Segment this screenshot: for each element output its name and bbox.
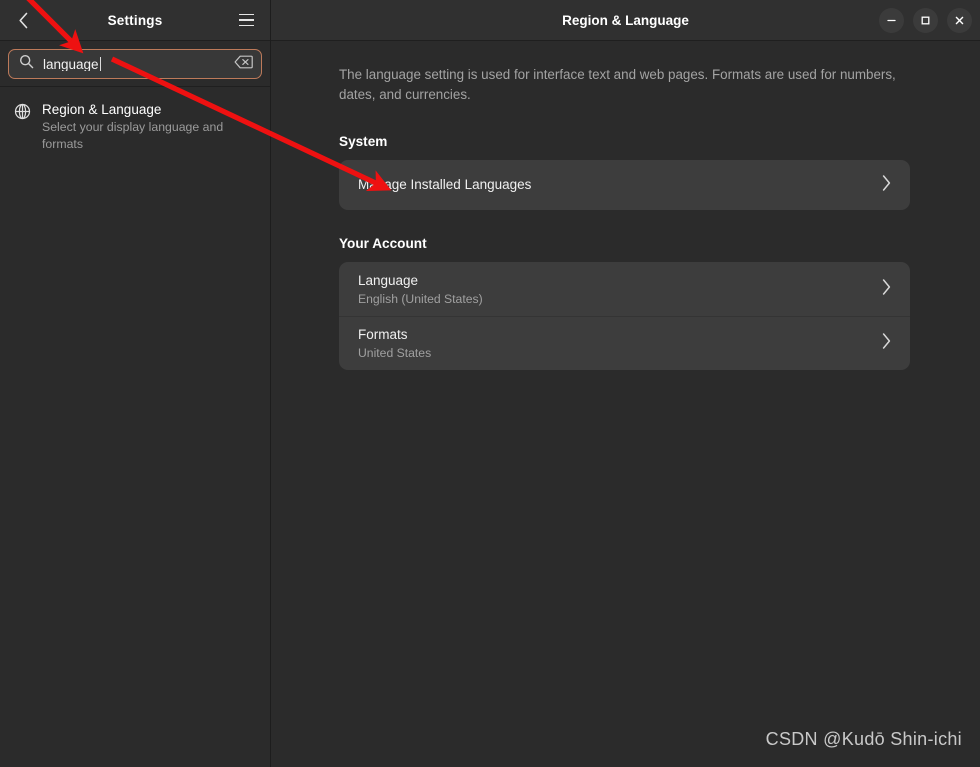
- watermark: CSDN @Kudō Shin-ichi: [765, 729, 962, 749]
- hamburger-line: [238, 19, 254, 21]
- hamburger-icon[interactable]: [232, 7, 260, 33]
- settings-window: Settings language Region & Language Sele…: [0, 0, 980, 767]
- sidebar: Settings language Region & Language Sele…: [0, 0, 271, 767]
- sidebar-item-region-and-language[interactable]: Region & Language Select your display la…: [0, 95, 270, 160]
- page-title: Region & Language: [562, 12, 689, 28]
- search-icon: [19, 54, 34, 74]
- main-panel: Region & Language The language setting i…: [271, 0, 980, 767]
- minimize-button[interactable]: [879, 7, 904, 33]
- row-text: Formats United States: [358, 326, 431, 361]
- backspace-clear-icon[interactable]: [234, 55, 253, 74]
- row-text: Manage Installed Languages: [358, 176, 531, 194]
- row-language[interactable]: Language English (United States): [339, 262, 910, 316]
- hamburger-line: [238, 13, 254, 16]
- back-button[interactable]: [10, 7, 36, 33]
- main-content: The language setting is used for interfa…: [271, 41, 980, 767]
- chevron-right-icon: [881, 278, 892, 301]
- search-input-value[interactable]: language: [43, 56, 225, 72]
- maximize-button[interactable]: [913, 7, 938, 33]
- intro-description: The language setting is used for interfa…: [339, 67, 896, 102]
- close-icon: [955, 16, 964, 24]
- sidebar-item-label: Region & Language: [42, 102, 162, 117]
- row-manage-installed-languages[interactable]: Manage Installed Languages: [339, 160, 910, 210]
- text-caret: [99, 56, 101, 71]
- row-text: Language English (United States): [358, 272, 483, 307]
- minimize-icon: [887, 19, 896, 21]
- close-button[interactable]: [947, 7, 972, 33]
- sidebar-item-description: Select your display language and formats: [42, 120, 224, 151]
- window-controls: [879, 7, 972, 33]
- maximize-icon: [921, 16, 930, 24]
- system-card: Manage Installed Languages: [339, 160, 910, 210]
- hamburger-line: [238, 24, 254, 27]
- row-label: Manage Installed Languages: [358, 177, 532, 192]
- search-container: language: [0, 41, 270, 86]
- section-title-system: System: [339, 134, 388, 149]
- chevron-left-icon: [18, 12, 29, 29]
- sidebar-headerbar: Settings: [0, 0, 270, 41]
- your-account-card: Language English (United States) Formats…: [339, 262, 910, 370]
- globe-icon: [14, 103, 31, 125]
- chevron-right-icon: [881, 332, 892, 355]
- search-text: language: [43, 56, 99, 72]
- search-input[interactable]: language: [8, 49, 262, 79]
- main-headerbar: Region & Language: [271, 0, 980, 41]
- row-subtitle: United States: [358, 346, 432, 360]
- row-formats[interactable]: Formats United States: [339, 316, 910, 370]
- row-subtitle: English (United States): [358, 291, 483, 306]
- sidebar-results-list: Region & Language Select your display la…: [0, 87, 270, 160]
- sidebar-item-text: Region & Language Select your display la…: [42, 101, 232, 152]
- chevron-right-icon: [881, 174, 892, 197]
- section-title-your-account: Your Account: [339, 236, 427, 251]
- row-label: Formats: [358, 327, 408, 342]
- sidebar-title: Settings: [107, 12, 163, 28]
- row-label: Language: [358, 272, 419, 288]
